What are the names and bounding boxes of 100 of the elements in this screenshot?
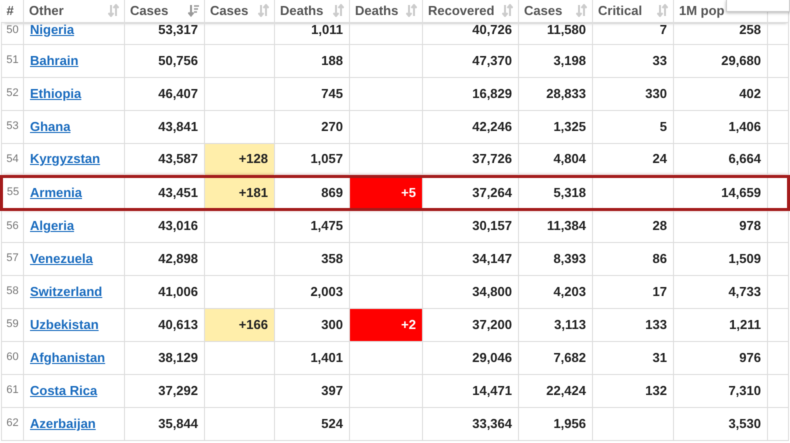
rank-number: 54: [6, 152, 19, 165]
per-million-value: 1,211: [729, 316, 761, 332]
deaths-value: 1,011: [311, 22, 343, 36]
column-header[interactable]: Deaths: [355, 1, 398, 20]
column-header[interactable]: Deaths: [280, 1, 324, 20]
per-million-value: 976: [739, 350, 761, 365]
active-cases-value: 3,113: [554, 316, 586, 332]
active-cases-value: 8,393: [553, 250, 586, 266]
rank-number: 55: [6, 186, 20, 198]
deaths-value: 1,057: [310, 151, 343, 166]
critical-value: 133: [645, 316, 667, 332]
sort-icon[interactable]: [333, 4, 344, 18]
cases-value: 35,844: [158, 416, 198, 431]
critical-value: 28: [652, 218, 667, 234]
deaths-value: 188: [321, 52, 343, 68]
deaths-value: 1,475: [310, 218, 343, 234]
rank-number: 62: [6, 417, 19, 430]
active-cases-value: 22,424: [546, 382, 586, 398]
deaths-value: 358: [321, 250, 343, 266]
recovered-value: 37,264: [472, 184, 512, 200]
rank-number: 50: [6, 24, 19, 36]
recovered-value: 42,246: [472, 118, 512, 134]
recovered-value: 37,726: [472, 151, 512, 166]
recovered-value: 34,800: [472, 284, 512, 299]
critical-value: 330: [645, 86, 667, 101]
active-cases-value: 3,198: [553, 52, 586, 68]
per-million-value: 258: [739, 22, 761, 36]
rank-number: 52: [6, 87, 19, 100]
per-million-value: 1,406: [728, 118, 761, 134]
rank-number: 53: [6, 120, 19, 132]
column-header[interactable]: Cases: [210, 1, 248, 20]
rank-number: 60: [6, 351, 19, 364]
column-header[interactable]: #: [6, 1, 14, 20]
sort-icon[interactable]: [576, 4, 587, 18]
per-million-value: 978: [739, 218, 761, 234]
deaths-value: 745: [321, 86, 343, 101]
rank-number: 57: [6, 252, 19, 264]
critical-value: 5: [660, 118, 667, 134]
cases-value: 37,292: [158, 382, 198, 398]
per-million-value: 29,680: [721, 52, 761, 68]
recovered-value: 33,364: [472, 416, 512, 431]
active-cases-value: 28,833: [546, 86, 586, 101]
cases-value: 43,841: [158, 118, 198, 134]
critical-value: 17: [652, 284, 667, 299]
per-million-value: 7,310: [728, 382, 761, 398]
recovered-value: 47,370: [472, 52, 512, 68]
sort-descending-icon[interactable]: [188, 4, 199, 18]
recovered-value: 37,200: [472, 316, 512, 332]
per-million-value: 3,530: [728, 416, 761, 431]
per-million-value: 6,664: [728, 151, 761, 166]
rank-number: 56: [6, 220, 19, 232]
new-cases-value-cell: +128: [204, 143, 274, 176]
sort-icon[interactable]: [657, 4, 668, 18]
active-cases-value: 5,318: [553, 184, 586, 200]
per-million-value: 1,509: [728, 250, 761, 266]
column-header[interactable]: Cases: [130, 1, 168, 20]
column-header[interactable]: Other: [29, 1, 64, 20]
deaths-value: 270: [321, 118, 343, 134]
recovered-value: 14,471: [472, 382, 512, 398]
rank-number: 61: [6, 384, 19, 396]
critical-value: 86: [652, 250, 667, 266]
deaths-value: 1,401: [310, 350, 343, 365]
per-million-value: 14,659: [721, 184, 761, 200]
column-header[interactable]: Cases: [524, 1, 562, 20]
sort-icon[interactable]: [406, 4, 417, 18]
critical-value: 24: [652, 151, 667, 166]
cases-value: 43,451: [158, 184, 198, 200]
column-header[interactable]: Recovered: [428, 1, 494, 20]
cases-value: 38,129: [158, 350, 198, 365]
cases-value: 43,016: [158, 218, 198, 234]
active-cases-value: 1,325: [553, 118, 586, 134]
deaths-value: 869: [321, 184, 343, 200]
sort-icon[interactable]: [258, 4, 269, 18]
column-header[interactable]: 1M pop: [679, 1, 724, 20]
per-million-value: 402: [739, 86, 761, 101]
active-cases-value: 1,956: [553, 416, 586, 431]
recovered-value: 34,147: [472, 250, 512, 266]
critical-value: 7: [660, 22, 667, 36]
active-cases-value: 7,682: [553, 350, 586, 365]
rank-number: 51: [6, 54, 19, 66]
sort-icon[interactable]: [108, 4, 119, 18]
critical-value: 132: [645, 382, 667, 398]
sort-icon[interactable]: [502, 4, 513, 18]
cases-value: 40,613: [158, 316, 198, 332]
new-cases-value-cell: +181: [204, 176, 274, 209]
column-header[interactable]: Critical: [598, 1, 642, 20]
rank-number: 59: [6, 318, 19, 330]
rank-number: 58: [6, 285, 19, 298]
country-link[interactable]: Ghana: [30, 118, 70, 134]
cases-value: 42,898: [158, 250, 198, 266]
deaths-value: 397: [321, 382, 343, 398]
recovered-value: 40,726: [472, 22, 512, 36]
active-cases-value: 4,804: [553, 151, 586, 166]
deaths-value: 300: [321, 316, 343, 332]
cases-value: 50,756: [158, 52, 198, 68]
new-deaths-value-cell: +5: [350, 176, 422, 209]
new-deaths-value-cell: +2: [350, 308, 422, 341]
deaths-value: 524: [321, 416, 343, 431]
per-million-value: 4,733: [728, 284, 761, 299]
cases-value: 41,006: [158, 284, 198, 299]
